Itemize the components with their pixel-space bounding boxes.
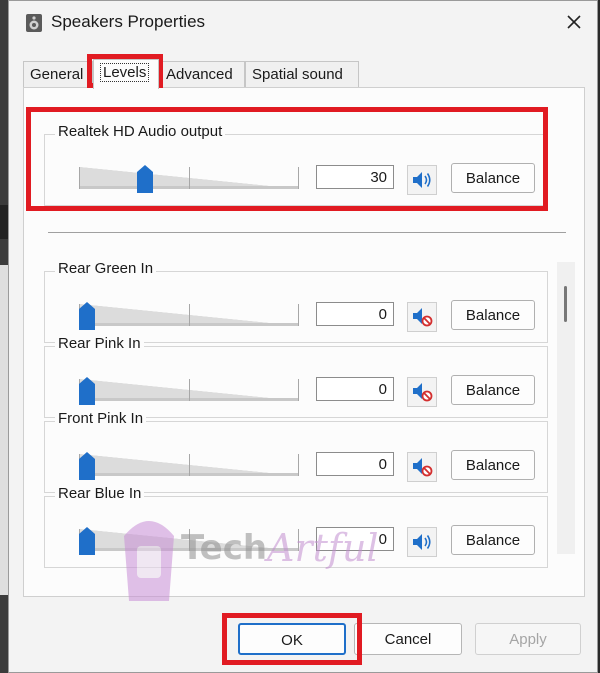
balance-button[interactable]: Balance bbox=[451, 300, 535, 330]
title-bar[interactable]: Speakers Properties bbox=[9, 1, 599, 45]
input-device-label: Rear Blue In bbox=[55, 485, 145, 502]
balance-button[interactable]: Balance bbox=[451, 375, 535, 405]
volume-slider-thumb[interactable] bbox=[137, 165, 153, 193]
balance-button[interactable]: Balance bbox=[451, 450, 535, 480]
speaker-muted-icon bbox=[413, 308, 433, 327]
tab-advanced[interactable]: Advanced bbox=[159, 61, 245, 87]
speaker-muted-icon bbox=[413, 383, 433, 402]
section-divider bbox=[48, 232, 566, 233]
inputs-scrollbar[interactable] bbox=[557, 262, 575, 554]
input-device-label: Rear Green In bbox=[55, 260, 157, 277]
watermark-emblem-icon bbox=[124, 521, 174, 601]
tab-general[interactable]: General bbox=[23, 61, 93, 87]
balance-button[interactable]: Balance bbox=[451, 163, 535, 193]
tab-label: General bbox=[30, 66, 84, 83]
apply-button[interactable]: Apply bbox=[475, 623, 581, 655]
input-level-group: Front Pink In 0 Balance bbox=[44, 410, 548, 493]
watermark-logo: Tech Artful bbox=[119, 506, 399, 606]
input-level-group: Rear Pink In 0 Balance bbox=[44, 335, 548, 418]
volume-value-field[interactable]: 0 bbox=[316, 452, 394, 476]
output-device-label: Realtek HD Audio output bbox=[55, 123, 226, 140]
volume-slider-track[interactable] bbox=[79, 167, 299, 189]
input-level-group: Rear Green In 0 Balance bbox=[44, 260, 548, 343]
watermark-text: Artful bbox=[267, 526, 379, 570]
tab-spatial-sound[interactable]: Spatial sound bbox=[245, 61, 359, 87]
volume-slider-track[interactable] bbox=[79, 304, 299, 326]
mute-toggle-button[interactable] bbox=[407, 302, 437, 332]
volume-value-field[interactable]: 30 bbox=[316, 165, 394, 189]
volume-slider-thumb[interactable] bbox=[79, 527, 95, 555]
speaker-volume-icon bbox=[413, 534, 431, 550]
watermark-text: Tech bbox=[181, 528, 268, 568]
volume-slider-thumb[interactable] bbox=[79, 452, 95, 480]
cancel-button[interactable]: Cancel bbox=[354, 623, 462, 655]
ok-button[interactable]: OK bbox=[238, 623, 346, 655]
input-device-label: Rear Pink In bbox=[55, 335, 144, 352]
window-title: Speakers Properties bbox=[51, 12, 206, 31]
volume-slider-thumb[interactable] bbox=[79, 302, 95, 330]
tab-label: Advanced bbox=[166, 66, 233, 83]
speakers-properties-dialog: Speakers Properties General Levels Advan… bbox=[8, 0, 598, 673]
speaker-volume-icon bbox=[413, 172, 431, 188]
balance-button[interactable]: Balance bbox=[451, 525, 535, 555]
output-level-group: Realtek HD Audio output 30 Balance bbox=[44, 123, 548, 206]
volume-value-field[interactable]: 0 bbox=[316, 302, 394, 326]
mute-toggle-button[interactable] bbox=[407, 452, 437, 482]
mute-toggle-button[interactable] bbox=[407, 377, 437, 407]
close-icon[interactable] bbox=[559, 7, 589, 37]
tab-label: Spatial sound bbox=[252, 66, 343, 83]
volume-slider-track[interactable] bbox=[79, 454, 299, 476]
speaker-muted-icon bbox=[413, 458, 433, 477]
scrollbar-thumb[interactable] bbox=[564, 286, 567, 322]
volume-slider-thumb[interactable] bbox=[79, 377, 95, 405]
mute-toggle-button[interactable] bbox=[407, 165, 437, 195]
tab-label: Levels bbox=[100, 63, 150, 82]
volume-value-field[interactable]: 0 bbox=[316, 377, 394, 401]
speaker-icon bbox=[26, 14, 42, 32]
mute-toggle-button[interactable] bbox=[407, 527, 437, 557]
volume-slider-track[interactable] bbox=[79, 379, 299, 401]
tab-levels[interactable]: Levels bbox=[93, 59, 159, 89]
input-device-label: Front Pink In bbox=[55, 410, 147, 427]
